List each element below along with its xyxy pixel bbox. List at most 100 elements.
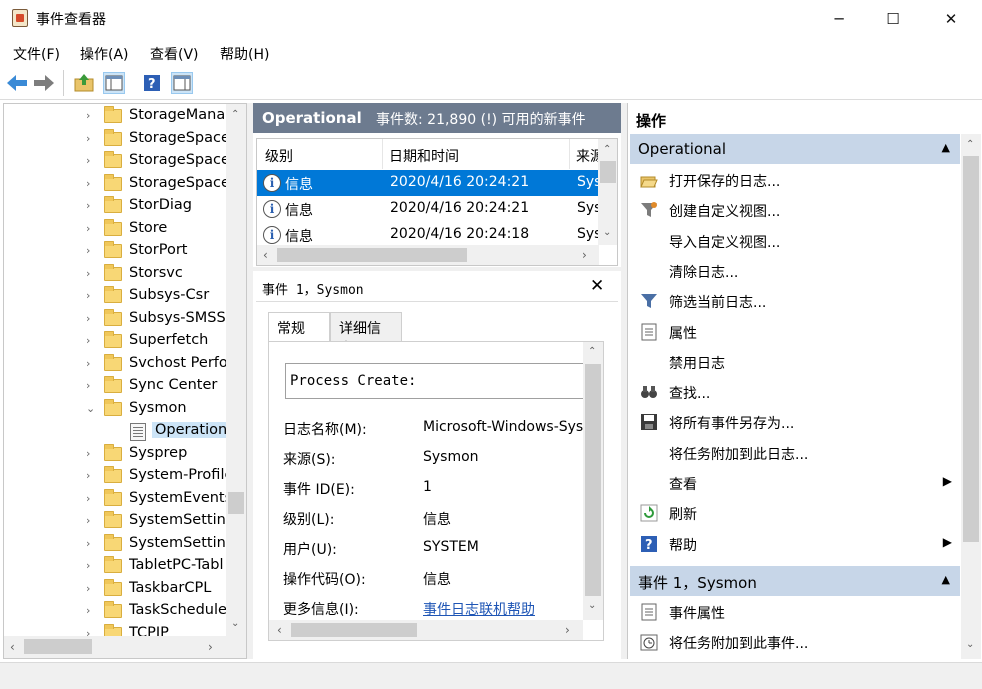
tree-item[interactable]: › SystemSetting [4,533,226,556]
actions-scroll-thumb[interactable] [963,156,979,542]
minimize-button[interactable]: ─ [816,0,862,38]
middle-splitter[interactable] [253,267,621,271]
tree-item[interactable]: › StorageSpace [4,173,226,196]
menu-help[interactable]: 帮助(H) [220,44,269,64]
action-item[interactable]: 查看 ▶ [630,468,960,498]
chevron-right-icon[interactable]: › [86,199,90,212]
detail-hscroll-thumb[interactable] [291,623,417,637]
tree-hscroll-thumb[interactable] [24,639,92,654]
tree-item[interactable]: › Superfetch [4,331,226,353]
events-horizontal-scrollbar[interactable]: ‹ › [257,245,599,265]
show-hide-action-pane-icon[interactable] [171,72,193,94]
tree-item[interactable]: › Subsys-SMSS [4,308,226,331]
chevron-right-icon[interactable]: › [86,469,90,482]
chevron-right-icon[interactable]: › [86,267,90,280]
column-header-level[interactable]: 级别 [257,139,383,169]
collapse-triangle-icon[interactable]: ▲ [942,141,950,154]
chevron-right-icon[interactable]: › [86,109,90,122]
tree-item[interactable]: › TaskSchedule [4,601,226,623]
maximize-button[interactable]: ☐ [870,0,916,38]
collapse-triangle-icon[interactable]: ▲ [942,573,950,586]
chevron-right-icon[interactable]: › [86,559,90,572]
tree-item[interactable]: › Store [4,218,226,241]
tree-item[interactable]: › SystemEvents [4,488,226,511]
chevron-right-icon[interactable]: › [86,132,90,145]
action-item[interactable]: 将所有事件另存为... [630,407,960,437]
scroll-right-arrow-icon[interactable]: › [565,623,570,637]
tab-general[interactable]: 常规 [268,312,330,342]
tree-item[interactable]: › Storsvc [4,263,226,286]
help-icon[interactable]: ? [141,72,163,94]
chevron-right-icon[interactable]: › [86,447,90,460]
events-vertical-scrollbar[interactable]: ⌃ ⌄ [598,139,617,245]
action-item[interactable]: 禁用日志 [630,347,960,377]
actions-section-event[interactable]: 事件 1，Sysmon ▲ [630,566,960,596]
scroll-down-arrow-icon[interactable]: ⌄ [231,618,239,629]
action-item[interactable]: 属性 [630,317,960,347]
detail-vertical-scrollbar[interactable]: ⌃ ⌄ [583,342,603,620]
events-scroll-thumb[interactable] [600,161,616,183]
tree-item[interactable]: › StorPort [4,241,226,263]
tree-item[interactable]: Operational [4,421,226,443]
scroll-up-arrow-icon[interactable]: ⌃ [588,346,596,357]
column-header-datetime[interactable]: 日期和时间 [383,139,570,169]
tree-item[interactable]: › Sync Center [4,376,226,398]
chevron-right-icon[interactable]: › [86,289,90,302]
chevron-right-icon[interactable]: › [86,222,90,235]
action-item[interactable]: 事件属性 [630,597,960,627]
event-row[interactable]: i信息 2020/4/16 20:24:21 Sysmon [257,196,599,222]
scroll-left-arrow-icon[interactable]: ‹ [263,248,268,262]
event-description-box[interactable]: Process Create: [285,363,585,399]
action-item[interactable]: 刷新 [630,498,960,528]
show-hide-tree-icon[interactable] [103,72,125,94]
tree-item[interactable]: › StorageSpace [4,128,226,151]
detail-horizontal-scrollbar[interactable]: ‹ › [269,620,583,640]
chevron-right-icon[interactable]: › [86,492,90,505]
events-hscroll-thumb[interactable] [277,248,467,262]
chevron-right-icon[interactable]: › [86,357,90,370]
scroll-down-arrow-icon[interactable]: ⌄ [966,639,974,650]
tree-scroll-thumb[interactable] [228,492,244,514]
action-item[interactable]: 清除日志... [630,256,960,286]
chevron-right-icon[interactable]: › [86,379,90,392]
chevron-right-icon[interactable]: › [86,177,90,190]
action-item[interactable]: ? 帮助 ▶ [630,529,960,559]
action-item[interactable]: 筛选当前日志... [630,286,960,316]
event-row[interactable]: i信息 2020/4/16 20:24:21 Sysmon [257,170,599,196]
tree-item[interactable]: › Svchost Perfor [4,353,226,376]
tree-item[interactable]: › Sysprep [4,443,226,466]
scroll-left-arrow-icon[interactable]: ‹ [277,623,282,637]
scroll-up-arrow-icon[interactable]: ⌃ [603,144,611,155]
tree-item[interactable]: › StorDiag [4,196,226,218]
tree-item[interactable]: ⌄ Sysmon [4,398,226,421]
chevron-right-icon[interactable]: › [86,537,90,550]
action-item[interactable]: 打开保存的日志... [630,165,960,195]
tree-item[interactable]: › System-Profile [4,466,226,488]
tree-item[interactable]: › TaskbarCPL [4,578,226,601]
actions-section-log[interactable]: Operational ▲ [630,134,960,164]
action-item[interactable]: 将任务附加到此日志... [630,438,960,468]
close-icon[interactable]: ✕ [590,276,604,296]
scroll-up-arrow-icon[interactable]: ⌃ [231,109,239,120]
action-item[interactable]: 创建自定义视图... [630,195,960,225]
tree-item[interactable]: › SystemSetting [4,511,226,533]
scroll-right-arrow-icon[interactable]: › [208,640,213,654]
scroll-down-arrow-icon[interactable]: ⌄ [603,227,611,238]
chevron-right-icon[interactable]: › [86,312,90,325]
tab-details[interactable]: 详细信息 [330,312,402,357]
close-button[interactable]: ✕ [928,0,974,38]
detail-scroll-thumb[interactable] [585,364,601,596]
tree-horizontal-scrollbar[interactable]: ‹ › [4,636,246,658]
tree-item[interactable]: › Subsys-Csr [4,286,226,308]
scroll-up-arrow-icon[interactable]: ⌃ [966,139,974,150]
actions-vertical-scrollbar[interactable]: ⌃ ⌄ [961,134,981,659]
forward-arrow-icon[interactable] [33,72,55,94]
chevron-right-icon[interactable]: › [86,514,90,527]
menu-view[interactable]: 查看(V) [150,44,199,64]
menu-file[interactable]: 文件(F) [13,44,60,64]
chevron-right-icon[interactable]: › [86,334,90,347]
action-item[interactable]: 查找... [630,377,960,407]
action-item[interactable]: 将任务附加到此事件... [630,627,960,657]
back-arrow-icon[interactable] [6,72,28,94]
chevron-right-icon[interactable]: › [86,582,90,595]
